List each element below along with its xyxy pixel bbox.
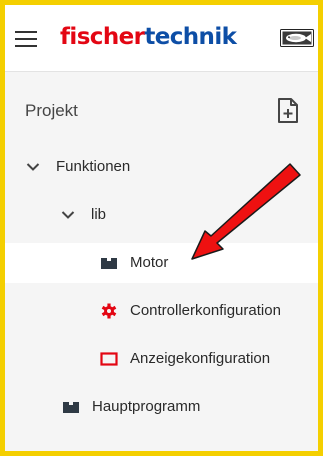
logo-text-fischer: fischer — [60, 24, 145, 50]
tree-item-label: Motor — [130, 254, 169, 271]
tree-item-label: Controllerkonfiguration — [130, 302, 281, 319]
tree-item-funktionen[interactable]: Funktionen — [5, 147, 318, 187]
gear-icon — [101, 303, 117, 319]
tree-item-controllerkonfiguration[interactable]: Controllerkonfiguration — [5, 291, 318, 331]
puzzle-block-icon — [101, 258, 117, 269]
tree-item-anzeigekonfiguration[interactable]: Anzeigekonfiguration — [5, 339, 318, 379]
chevron-down-icon[interactable] — [61, 210, 75, 220]
logo-text-technik: technik — [144, 24, 237, 50]
tree-item-label: Anzeigekonfiguration — [130, 350, 271, 367]
tree-item-label: Hauptprogramm — [92, 398, 201, 415]
app-header: fischertechnik — [5, 5, 318, 72]
display-icon — [100, 352, 118, 366]
add-file-icon[interactable] — [275, 97, 301, 125]
app-window: fischertechnik Projekt Funktionen lib Mo… — [5, 5, 318, 451]
tree-item-motor[interactable]: Motor — [5, 243, 318, 283]
tree-item-label: lib — [91, 206, 107, 223]
brand-logo: fischertechnik — [60, 23, 237, 51]
tree-item-lib[interactable]: lib — [5, 195, 318, 235]
hamburger-menu-icon[interactable] — [15, 31, 37, 47]
panel-title: Projekt — [25, 101, 78, 120]
chevron-down-icon[interactable] — [26, 162, 40, 172]
fish-logo-icon — [280, 29, 314, 47]
tree-item-label: Funktionen — [56, 158, 131, 175]
tree-item-hauptprogramm[interactable]: Hauptprogramm — [5, 387, 318, 427]
puzzle-block-icon — [63, 402, 79, 413]
